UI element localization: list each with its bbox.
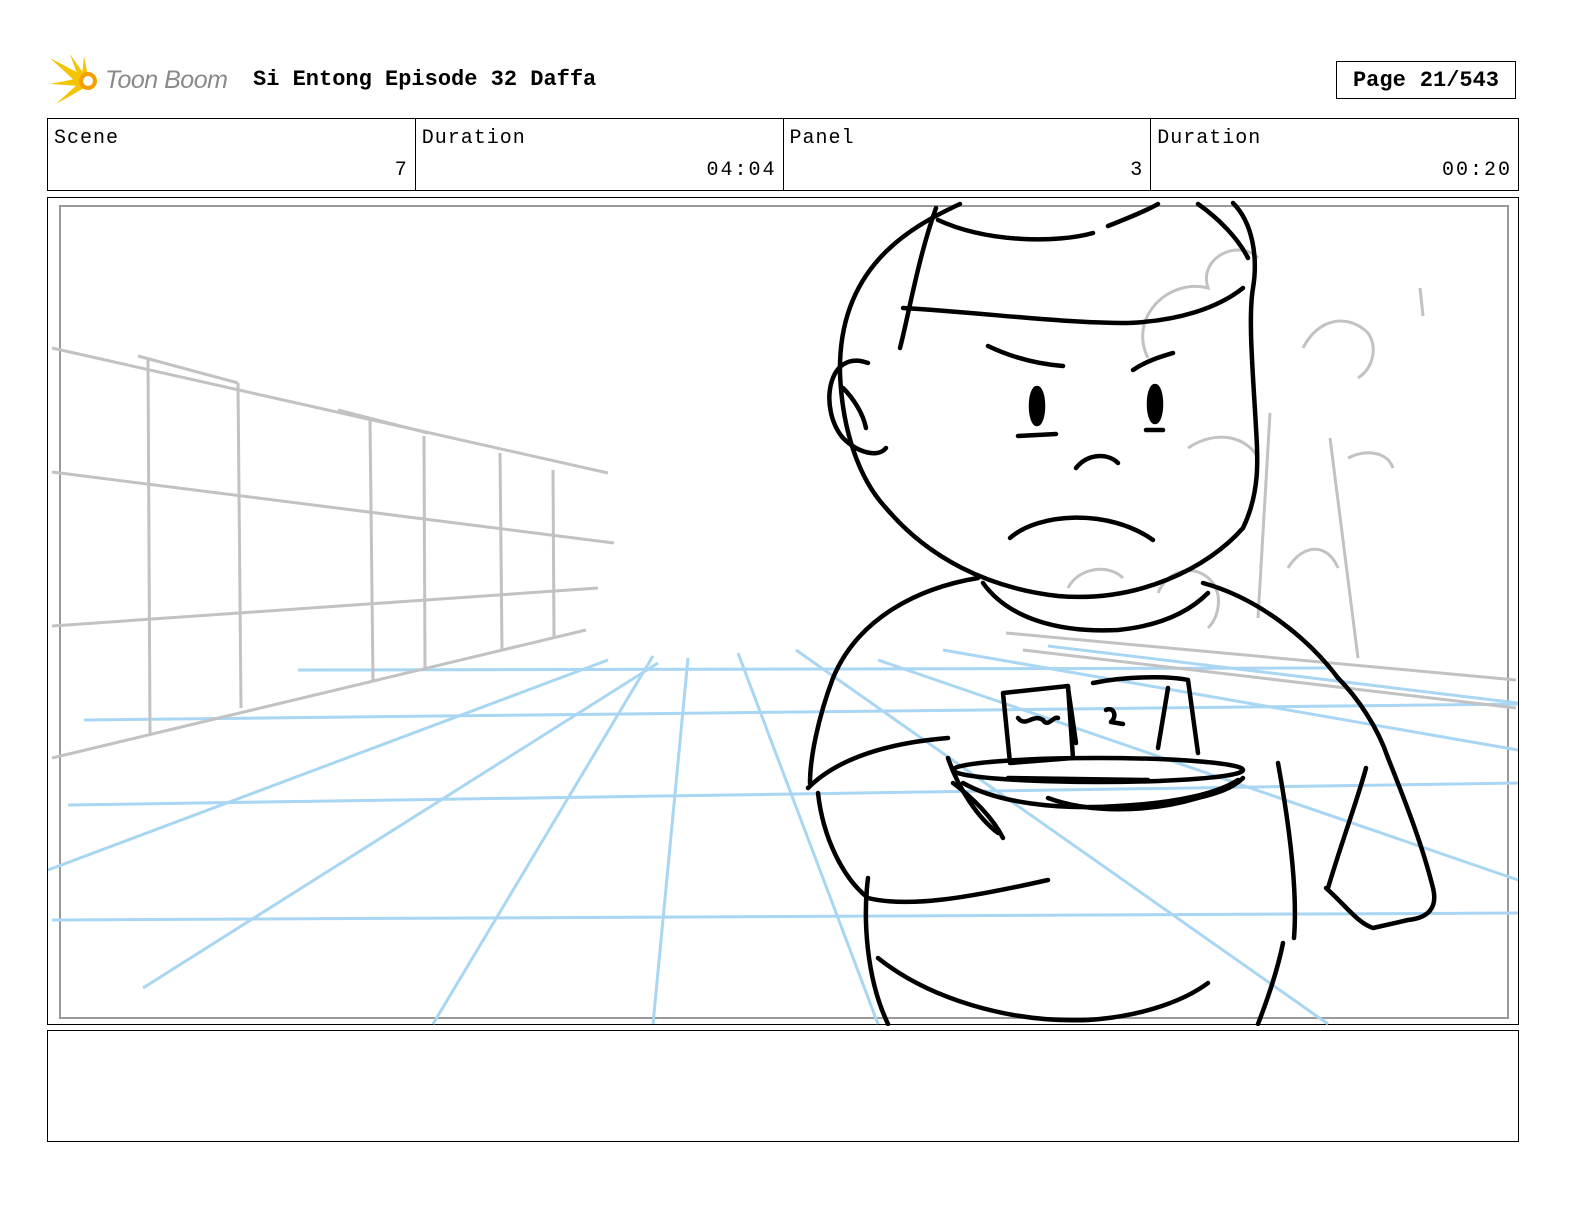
scene-duration-label: Duration <box>421 127 526 150</box>
scene-number: 7 <box>394 159 409 182</box>
panel-cell: Panel 3 <box>784 119 1152 190</box>
panel-duration-label: Duration <box>1157 127 1262 150</box>
toon-boom-logo: Toon Boom <box>50 52 240 108</box>
panel-number: 3 <box>1130 159 1145 182</box>
panel-label: Panel <box>789 127 855 150</box>
safe-frame <box>59 205 1509 1019</box>
logo-text: Toon Boom <box>105 66 228 94</box>
scene-duration-cell: Duration 04:04 <box>416 119 784 190</box>
panel-duration-cell: Duration 00:20 <box>1151 119 1518 190</box>
character-sketch <box>805 200 1437 1026</box>
document-title: Si Entong Episode 32 Daffa <box>253 67 597 92</box>
panel-duration-value: 00:20 <box>1441 159 1512 182</box>
page-indicator: Page 21/543 <box>1336 61 1516 99</box>
background-sketch <box>51 248 1517 760</box>
toon-boom-burst-icon <box>50 54 97 104</box>
page-number: 21/543 <box>1419 67 1500 93</box>
page-header: Toon Boom Si Entong Episode 32 Daffa Pag… <box>50 52 1540 108</box>
scene-duration-value: 04:04 <box>706 159 777 182</box>
panel-sketch <box>48 200 1519 1026</box>
page-label: Page <box>1352 67 1406 93</box>
perspective-grid <box>48 644 1519 1026</box>
panel-info-row: Scene 7 Duration 04:04 Panel 3 Duration … <box>47 118 1519 191</box>
storyboard-panel <box>47 197 1519 1026</box>
scene-cell: Scene 7 <box>48 119 416 190</box>
scene-label: Scene <box>54 127 120 150</box>
panel-notes-box <box>47 1030 1519 1142</box>
